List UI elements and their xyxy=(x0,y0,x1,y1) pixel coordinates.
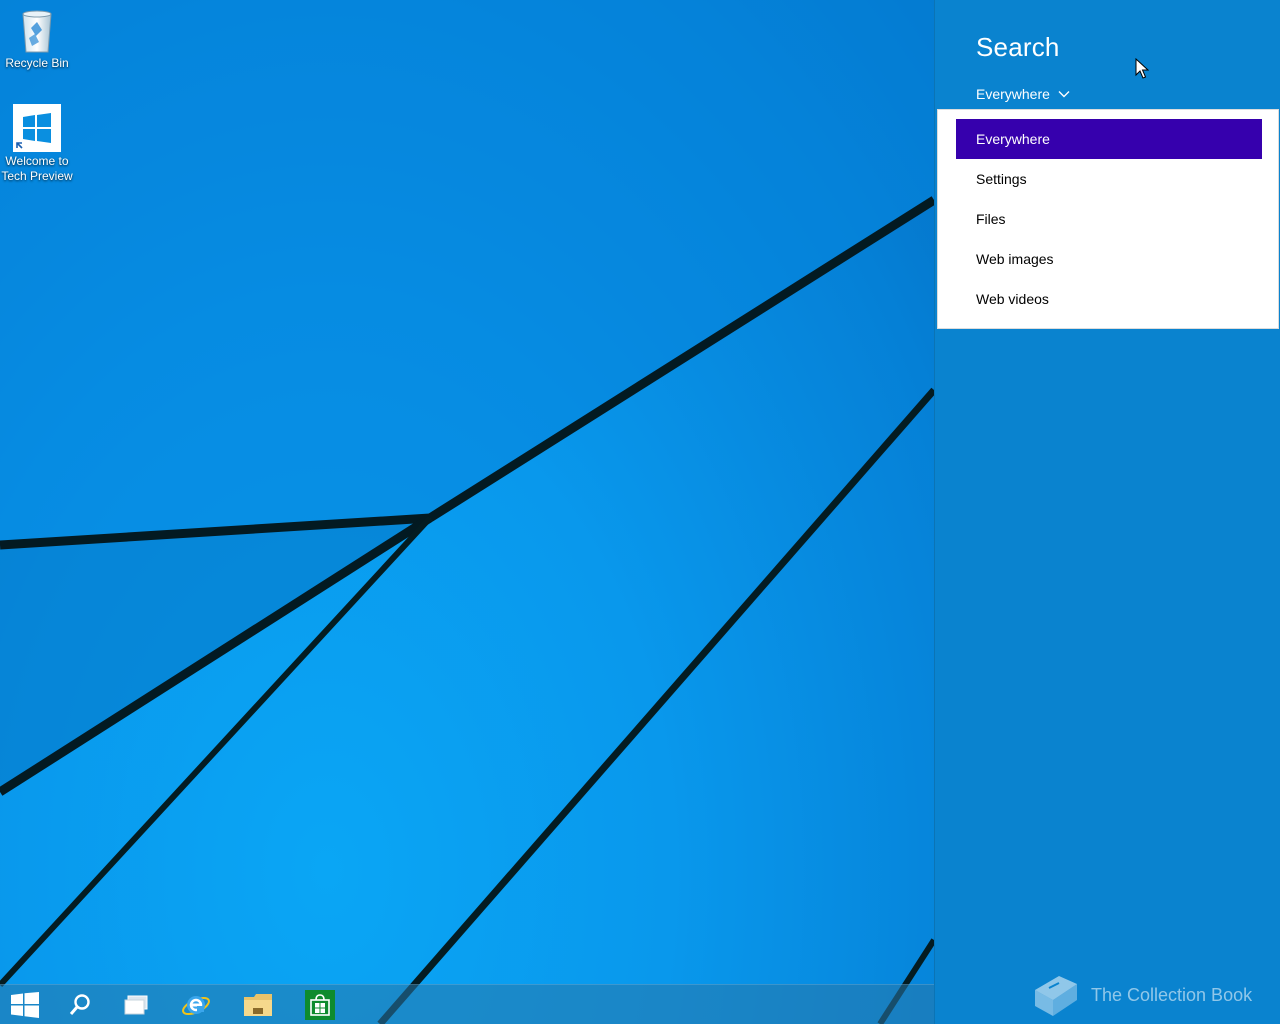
scope-option-files[interactable]: Files xyxy=(956,199,1262,239)
watermark-text: The Collection Book xyxy=(1091,984,1253,1005)
desktop-icon-label: Recycle Bin xyxy=(5,56,69,70)
desktop-icon-welcome[interactable]: Welcome to Tech Preview xyxy=(0,104,74,184)
scope-option-web-videos[interactable]: Web videos xyxy=(956,279,1262,319)
scope-option-everywhere[interactable]: Everywhere xyxy=(956,119,1262,159)
desktop[interactable]: Recycle Bin Welcome to Tech Preview xyxy=(0,0,934,1024)
store-icon xyxy=(305,990,335,1020)
task-view-button[interactable] xyxy=(108,985,164,1024)
search-scope-dropdown: Everywhere Settings Files Web images Web… xyxy=(936,108,1280,330)
store-button[interactable] xyxy=(292,985,348,1024)
desktop-icon-label: Welcome to Tech Preview xyxy=(1,154,73,183)
chevron-down-icon xyxy=(1058,91,1070,98)
start-button[interactable] xyxy=(0,985,50,1024)
wallpaper xyxy=(0,0,934,1024)
scope-option-web-images[interactable]: Web images xyxy=(956,239,1262,279)
search-icon xyxy=(69,994,90,1015)
internet-explorer-icon xyxy=(182,996,210,1016)
search-pane-title: Search xyxy=(976,32,1060,62)
search-pane: Search Everywhere Everywhere Settings Fi… xyxy=(934,0,1280,1024)
recycle-bin-icon xyxy=(22,10,52,53)
mouse-cursor-icon xyxy=(1135,58,1149,79)
windows-logo-icon xyxy=(11,992,39,1018)
scope-option-settings[interactable]: Settings xyxy=(956,159,1262,199)
internet-explorer-button[interactable] xyxy=(168,985,224,1024)
taskbar xyxy=(0,984,934,1024)
screen: Recycle Bin Welcome to Tech Preview Sear… xyxy=(0,0,1280,1024)
search-button[interactable] xyxy=(52,985,108,1024)
desktop-icon-recycle-bin[interactable]: Recycle Bin xyxy=(0,6,74,71)
folder-icon xyxy=(244,994,272,1016)
search-scope-value: Everywhere xyxy=(976,86,1050,102)
file-explorer-button[interactable] xyxy=(230,985,286,1024)
watermark: The Collection Book xyxy=(1029,972,1252,1018)
windows-logo-icon xyxy=(13,104,61,152)
book-icon xyxy=(1035,976,1077,1016)
search-scope-select[interactable]: Everywhere xyxy=(976,86,1070,102)
task-view-icon xyxy=(124,995,148,1015)
